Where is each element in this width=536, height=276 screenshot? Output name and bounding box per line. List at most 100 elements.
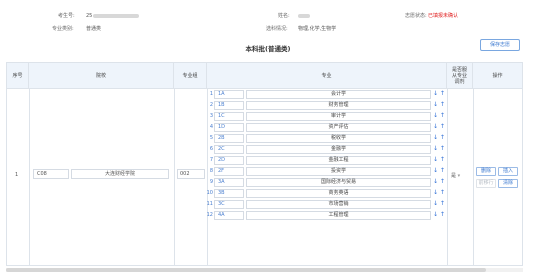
col-divider bbox=[473, 89, 474, 265]
move-arrows-icon[interactable]: ↓ ↑ bbox=[433, 167, 445, 175]
major-row: 3 1C 审计学 ↓ ↑ bbox=[204, 111, 445, 122]
major-seq: 11 bbox=[206, 201, 213, 207]
move-arrows-icon[interactable]: ↓ ↑ bbox=[433, 189, 445, 197]
major-code-field[interactable]: 2C bbox=[214, 145, 244, 154]
major-code-field[interactable]: 1A bbox=[214, 90, 244, 99]
major-seq: 5 bbox=[209, 135, 213, 141]
major-seq: 12 bbox=[206, 212, 213, 218]
status-label: 志愿状态: bbox=[405, 13, 427, 19]
name-blur bbox=[298, 13, 310, 18]
major-name-field[interactable]: 税收学 bbox=[246, 134, 431, 143]
move-up-button[interactable]: 前移行 bbox=[476, 179, 496, 188]
category-value: 普通类 bbox=[86, 26, 102, 32]
move-arrows-icon[interactable]: ↓ ↑ bbox=[433, 101, 445, 109]
scrollbar-thumb[interactable] bbox=[6, 268, 486, 272]
major-row: 2 1B 财务管理 ↓ ↑ bbox=[204, 100, 445, 111]
major-seq: 1 bbox=[209, 91, 213, 97]
major-name-field[interactable]: 金融工程 bbox=[246, 156, 431, 165]
major-name-field[interactable]: 财务管理 bbox=[246, 101, 431, 110]
major-row: 6 2C 金融学 ↓ ↑ bbox=[204, 144, 445, 155]
clear-button[interactable]: 清除 bbox=[498, 179, 518, 188]
move-arrows-icon[interactable]: ↓ ↑ bbox=[433, 90, 445, 98]
move-arrows-icon[interactable]: ↓ ↑ bbox=[433, 112, 445, 120]
candidate-no-label: 考生号: bbox=[58, 13, 75, 19]
school-name-field[interactable]: 大连财经学院 bbox=[71, 169, 169, 179]
major-code-field[interactable]: 1D bbox=[214, 123, 244, 132]
major-code-field[interactable]: 3B bbox=[214, 189, 244, 198]
delete-button[interactable]: 删除 bbox=[476, 167, 496, 176]
major-code-field[interactable]: 3A bbox=[214, 178, 244, 187]
major-code-field[interactable]: 4A bbox=[214, 211, 244, 220]
major-row: 7 2D 金融工程 ↓ ↑ bbox=[204, 155, 445, 166]
chevron-down-icon: ▾ bbox=[457, 173, 461, 179]
candidate-no-prefix: 25 bbox=[86, 13, 93, 19]
horizontal-scrollbar[interactable] bbox=[6, 268, 523, 272]
major-name-field[interactable]: 工程管理 bbox=[246, 211, 431, 220]
table-header: 序号 院校 专业组 专业 是否服从专业调剂 操作 bbox=[7, 63, 522, 89]
move-arrows-icon[interactable]: ↓ ↑ bbox=[433, 134, 445, 142]
subjects-value: 物理,化学,生物学 bbox=[298, 26, 337, 32]
name-value bbox=[298, 13, 310, 19]
major-seq: 4 bbox=[209, 124, 213, 130]
major-row: 12 4A 工程管理 ↓ ↑ bbox=[204, 210, 445, 221]
category-label: 专业类别: bbox=[52, 26, 74, 32]
major-row: 4 1D 资产评估 ↓ ↑ bbox=[204, 122, 445, 133]
col-divider bbox=[447, 89, 448, 265]
header-seq: 序号 bbox=[7, 63, 29, 89]
major-code-field[interactable]: 2B bbox=[214, 134, 244, 143]
header-group: 专业组 bbox=[174, 63, 207, 89]
subjects-label: 选科情况: bbox=[266, 26, 288, 32]
name-label: 姓名: bbox=[278, 13, 290, 19]
major-seq: 9 bbox=[209, 179, 213, 185]
row-seq: 1 bbox=[15, 172, 19, 178]
header-adjust: 是否服从专业调剂 bbox=[447, 63, 473, 89]
major-name-field[interactable]: 金融学 bbox=[246, 145, 431, 154]
major-code-field[interactable]: 3C bbox=[214, 200, 244, 209]
adjust-select[interactable]: 是 ▾ bbox=[451, 172, 460, 179]
major-row: 1 1A 会计学 ↓ ↑ bbox=[204, 89, 445, 100]
major-seq: 10 bbox=[206, 190, 213, 196]
major-seq: 6 bbox=[209, 146, 213, 152]
move-arrows-icon[interactable]: ↓ ↑ bbox=[433, 123, 445, 131]
major-name-field[interactable]: 投资学 bbox=[246, 167, 431, 176]
insert-button[interactable]: 插入 bbox=[498, 167, 518, 176]
major-name-field[interactable]: 会计学 bbox=[246, 90, 431, 99]
major-row: 11 3C 市场营销 ↓ ↑ bbox=[204, 199, 445, 210]
status-value: 已填报未确认 bbox=[428, 13, 459, 19]
school-code-field[interactable]: C08 bbox=[33, 169, 69, 179]
move-arrows-icon[interactable]: ↓ ↑ bbox=[433, 156, 445, 164]
header-school: 院校 bbox=[29, 63, 174, 89]
major-name-field[interactable]: 审计学 bbox=[246, 112, 431, 121]
adjust-value: 是 bbox=[451, 173, 457, 179]
major-seq: 7 bbox=[209, 157, 213, 163]
col-divider bbox=[174, 89, 175, 265]
major-seq: 2 bbox=[209, 102, 213, 108]
major-name-field[interactable]: 国际经济与贸易 bbox=[246, 178, 431, 187]
page-title: 本科批(普通类) bbox=[245, 45, 291, 53]
move-arrows-icon[interactable]: ↓ ↑ bbox=[433, 200, 445, 208]
major-code-field[interactable]: 1C bbox=[214, 112, 244, 121]
major-row: 10 3B 商务英语 ↓ ↑ bbox=[204, 188, 445, 199]
major-row: 9 3A 国际经济与贸易 ↓ ↑ bbox=[204, 177, 445, 188]
major-seq: 3 bbox=[209, 113, 213, 119]
major-code-field[interactable]: 2F bbox=[214, 167, 244, 176]
header-ops: 操作 bbox=[492, 73, 503, 79]
move-arrows-icon[interactable]: ↓ ↑ bbox=[433, 178, 445, 186]
major-seq: 8 bbox=[209, 168, 213, 174]
candidate-no-value: 25 bbox=[86, 13, 140, 19]
major-name-field[interactable]: 资产评估 bbox=[246, 123, 431, 132]
major-code-field[interactable]: 2D bbox=[214, 156, 244, 165]
header-major: 专业 bbox=[207, 63, 447, 89]
move-arrows-icon[interactable]: ↓ ↑ bbox=[433, 211, 445, 219]
major-name-field[interactable]: 市场营销 bbox=[246, 200, 431, 209]
major-row: 8 2F 投资学 ↓ ↑ bbox=[204, 166, 445, 177]
group-code-field[interactable]: 002 bbox=[177, 169, 205, 179]
move-arrows-icon[interactable]: ↓ ↑ bbox=[433, 145, 445, 153]
candidate-no-blur bbox=[93, 13, 140, 18]
col-divider bbox=[29, 89, 30, 265]
major-code-field[interactable]: 1B bbox=[214, 101, 244, 110]
volunteer-table: 序号 院校 专业组 专业 是否服从专业调剂 操作 1 C08 大连财经学院 00… bbox=[6, 62, 523, 266]
major-name-field[interactable]: 商务英语 bbox=[246, 189, 431, 198]
major-row: 5 2B 税收学 ↓ ↑ bbox=[204, 133, 445, 144]
save-button[interactable]: 保存志愿 bbox=[480, 39, 520, 51]
